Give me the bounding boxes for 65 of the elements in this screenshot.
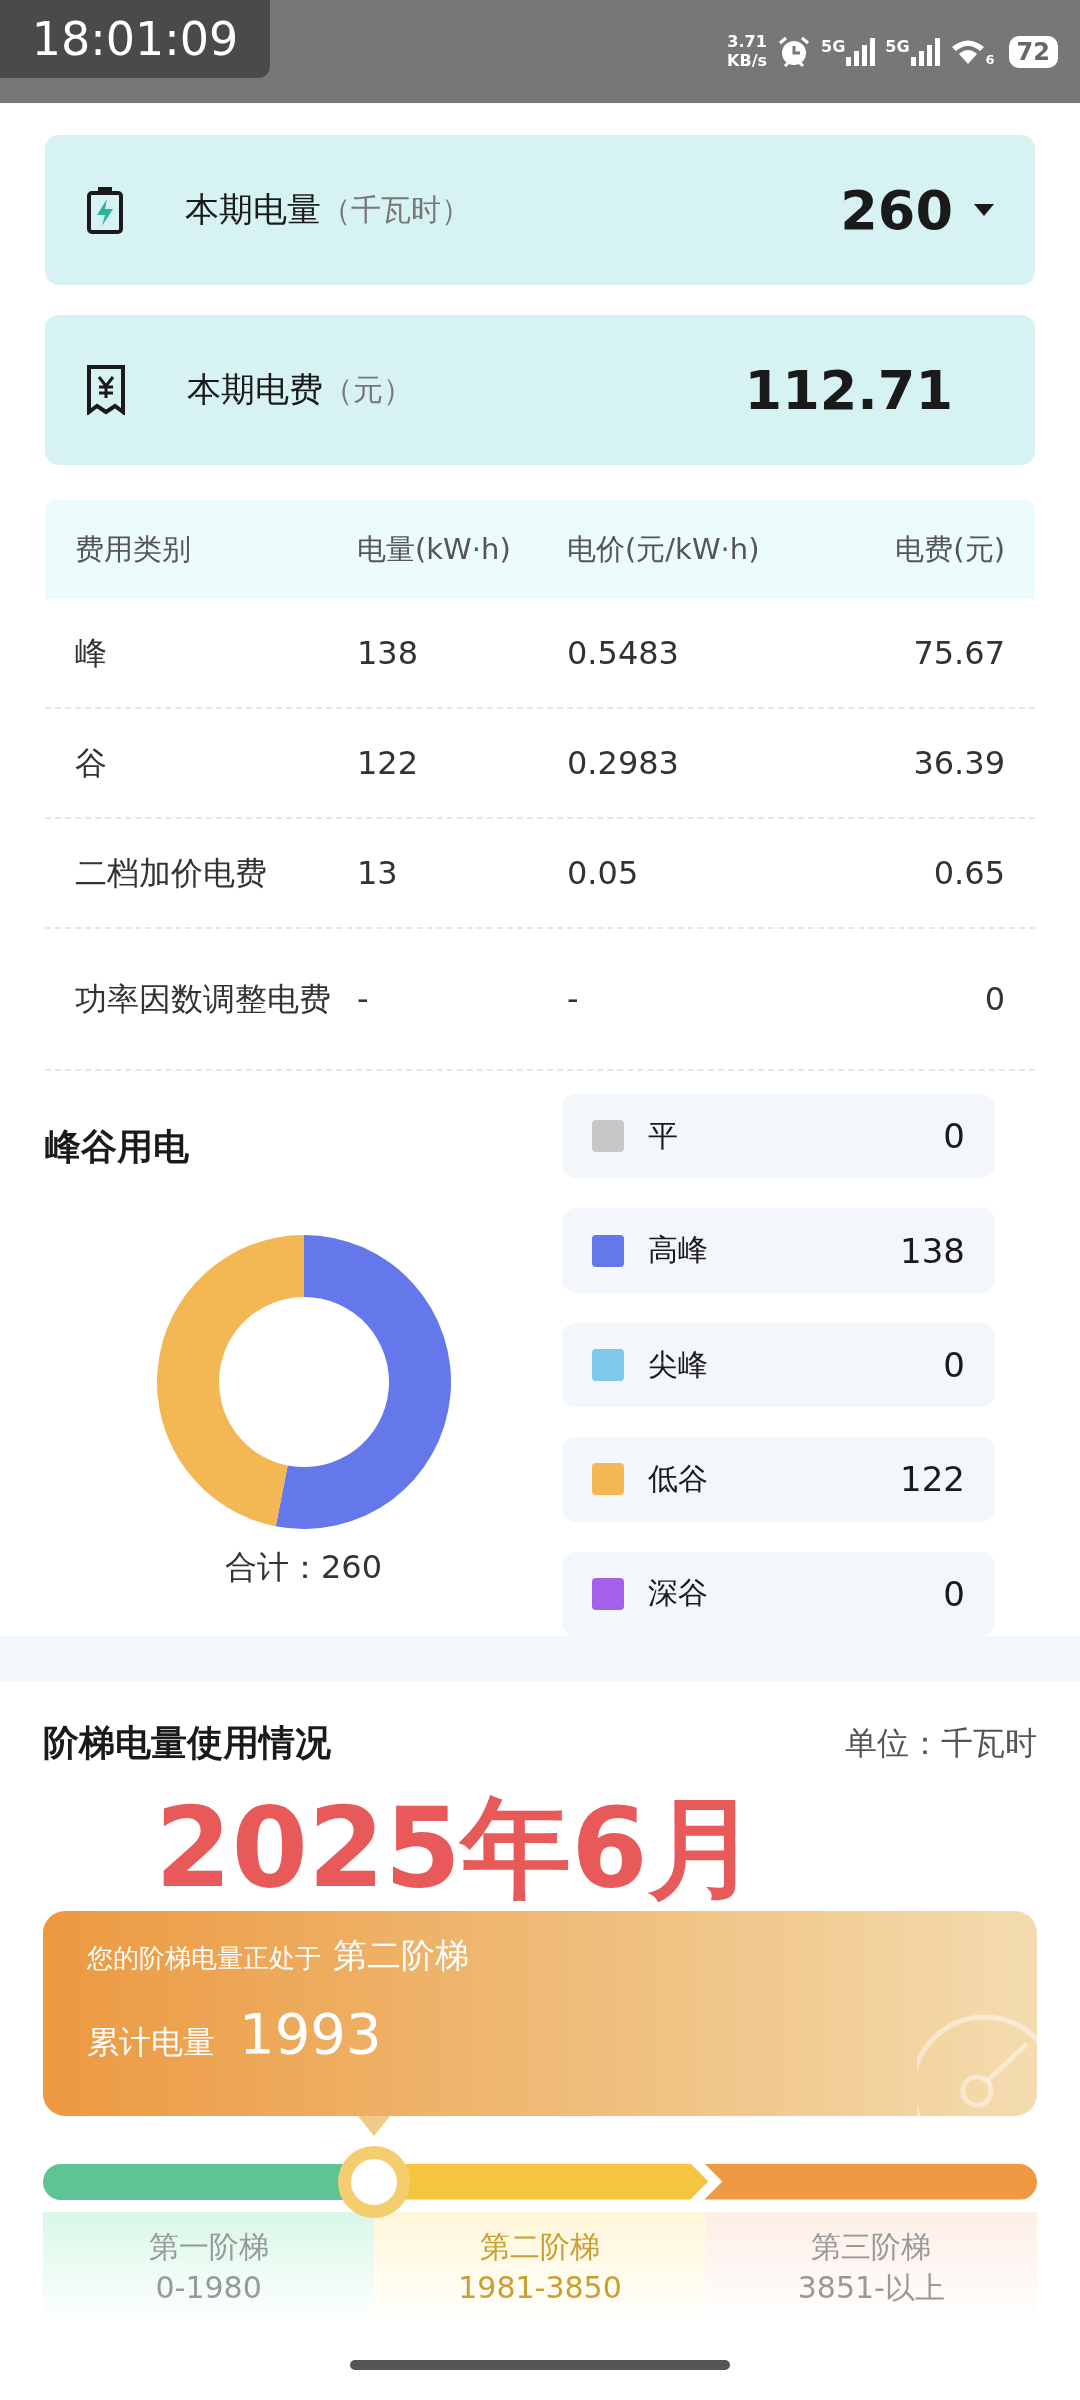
network-type: 5G bbox=[885, 36, 910, 56]
legend-label: 尖峰 bbox=[648, 1345, 708, 1384]
annotation-text: 2025年6月 bbox=[155, 1791, 759, 1907]
network-type: 5G bbox=[821, 36, 846, 56]
total-label: 累计电量 bbox=[87, 2021, 215, 2063]
summary-title: 本期电费 bbox=[187, 368, 323, 411]
receipt-icon bbox=[85, 365, 127, 415]
legend-label: 高峰 bbox=[648, 1231, 708, 1270]
table-cell-text: 0.65 bbox=[932, 854, 1005, 892]
summary-unit: （元） bbox=[323, 370, 413, 409]
column-header: 电价(元/kW·h) bbox=[567, 530, 761, 568]
section-title: 阶梯电量使用情况 bbox=[43, 1721, 331, 1765]
tier-range: 0-1980 bbox=[155, 2268, 262, 2307]
battery-charge-icon bbox=[85, 186, 125, 234]
legend-value: 0 bbox=[943, 1116, 965, 1157]
table-cell-text: 0.05 bbox=[567, 854, 640, 892]
signal-icon bbox=[845, 36, 876, 67]
table-cell-text: 0.5483 bbox=[567, 634, 680, 672]
legend-value: 0 bbox=[943, 1573, 965, 1614]
battery-level: 72 bbox=[1016, 37, 1050, 66]
legend-value: 122 bbox=[900, 1459, 965, 1500]
table-cell-text: 谷 bbox=[75, 742, 108, 784]
legend-label: 深谷 bbox=[648, 1574, 708, 1613]
signal-icon bbox=[909, 36, 940, 67]
status-text: 您的阶梯电量正处于 bbox=[87, 1941, 321, 1975]
home-indicator[interactable] bbox=[350, 2360, 730, 2370]
legend-label: 平 bbox=[648, 1116, 678, 1155]
table-cell-text: 0.2983 bbox=[567, 744, 680, 782]
legend-value: 138 bbox=[900, 1230, 965, 1271]
table-cell-text: 138 bbox=[357, 634, 420, 672]
tier-name: 第一阶梯 bbox=[148, 2228, 269, 2266]
table-cell-text: 功率因数调整电费 bbox=[75, 978, 332, 1020]
alarm-icon bbox=[777, 34, 811, 69]
legend-label: 低谷 bbox=[648, 1459, 708, 1498]
tier-range: 3851-以上 bbox=[797, 2268, 945, 2307]
unit-label: 单位：千瓦时 bbox=[845, 1722, 1037, 1764]
table-cell-text: 二档加价电费 bbox=[75, 852, 268, 894]
wifi-band-label: 6 bbox=[985, 51, 995, 67]
legend-value: 0 bbox=[943, 1345, 965, 1385]
table-cell-text: 122 bbox=[357, 744, 420, 782]
section-title: 峰谷用电 bbox=[45, 1125, 189, 1169]
tier-name: 第三阶梯 bbox=[811, 2228, 932, 2266]
table-cell-text: 13 bbox=[357, 854, 399, 892]
column-header: 电费(元) bbox=[894, 530, 1005, 568]
chart-total: 合计：260 bbox=[224, 1547, 383, 1588]
column-header: 费用类别 bbox=[75, 531, 192, 569]
table-cell-text: - bbox=[357, 980, 370, 1018]
summary-title: 本期电量 bbox=[185, 188, 321, 231]
column-header: 电量(kW·h) bbox=[357, 530, 512, 568]
clock-time: 18:01:09 bbox=[0, 0, 270, 78]
summary-unit: （千瓦时） bbox=[321, 190, 471, 229]
network-speed-unit: KB/s bbox=[727, 51, 767, 70]
total-value: 1993 bbox=[239, 2000, 382, 2066]
current-tier-label: 第二阶梯 bbox=[333, 1933, 469, 1977]
network-speed: 3.71 bbox=[727, 33, 767, 52]
summary-value: 260 bbox=[840, 178, 953, 242]
tier-range: 1981-3850 bbox=[458, 2268, 622, 2307]
summary-value: 112.71 bbox=[744, 358, 953, 422]
table-cell-text: 36.39 bbox=[912, 744, 1005, 782]
table-cell-text: 峰 bbox=[75, 632, 108, 674]
table-cell-text: - bbox=[567, 980, 580, 1018]
summary-card[interactable]: 本期电量（千瓦时） 260 bbox=[45, 135, 1035, 285]
tier-name: 第二阶梯 bbox=[480, 2228, 600, 2266]
table-cell-text: 75.67 bbox=[912, 634, 1005, 672]
table-cell-text: 0 bbox=[983, 980, 1005, 1018]
